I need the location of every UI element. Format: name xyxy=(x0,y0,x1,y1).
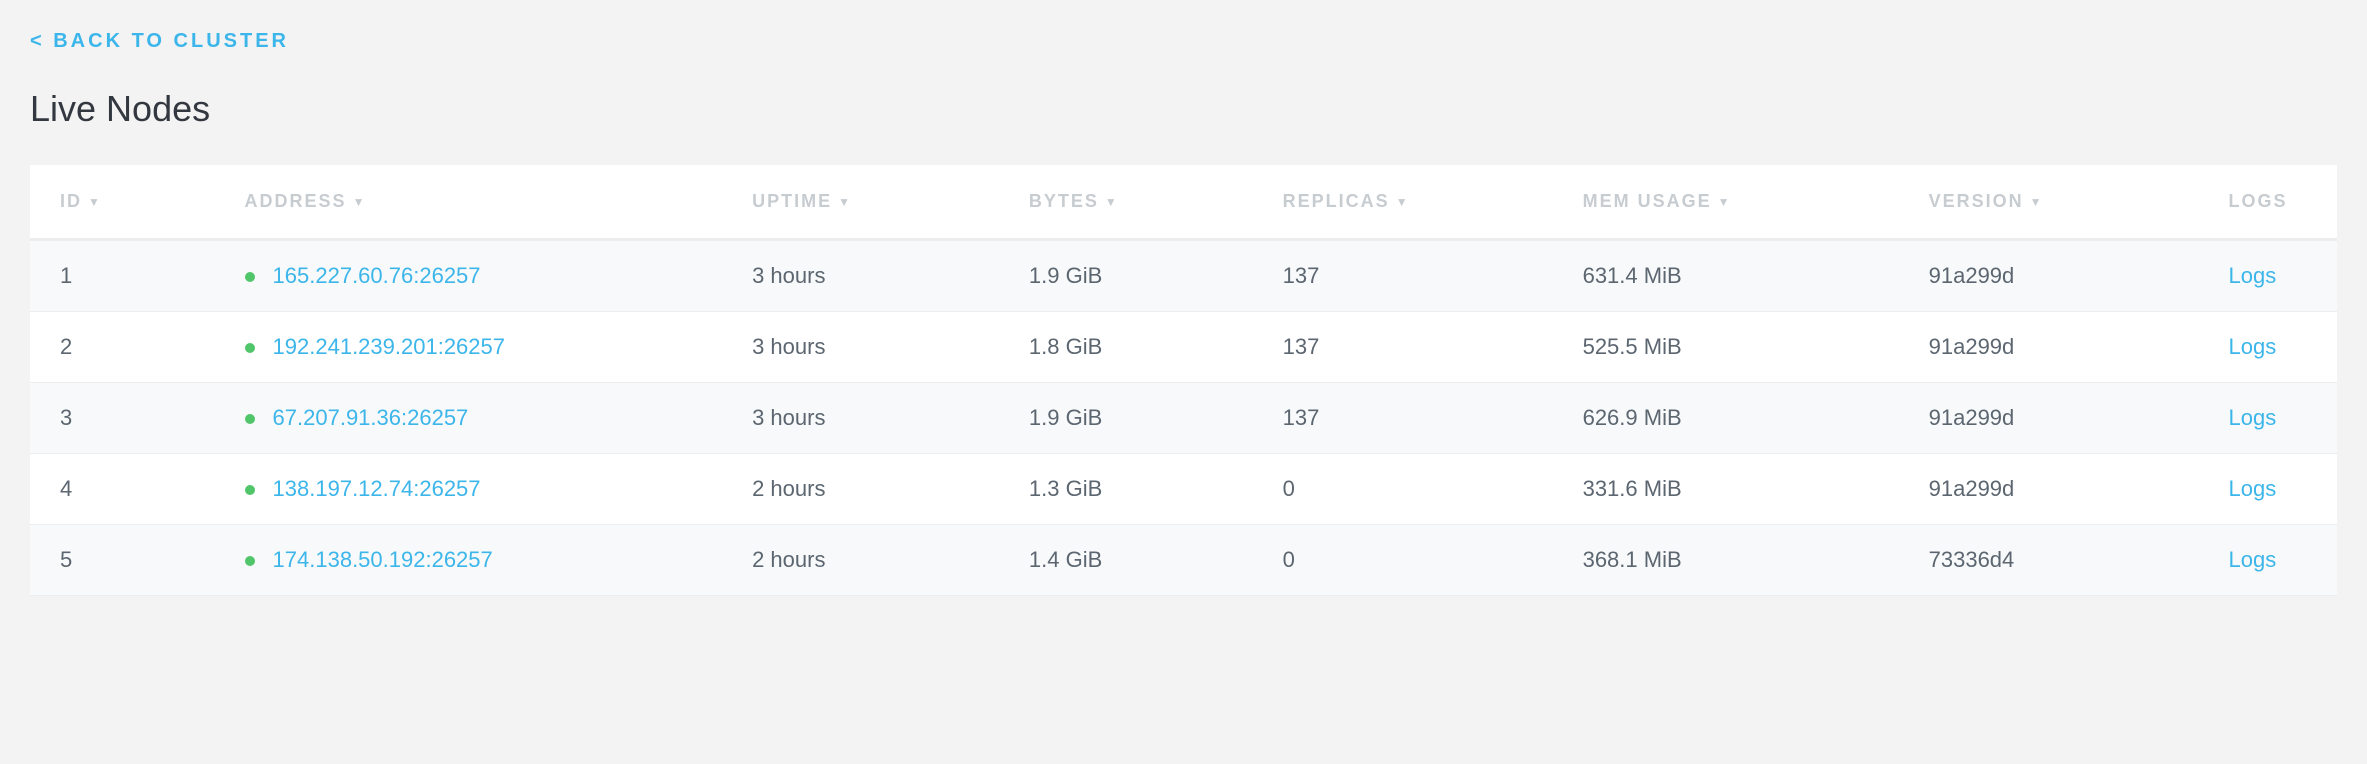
cell-mem-usage: 626.9 MiB xyxy=(1553,383,1899,454)
table-row: 3 67.207.91.36:26257 3 hours1.9 GiB137626.… xyxy=(30,383,2337,454)
status-dot-icon xyxy=(245,556,255,566)
table-row: 5 174.138.50.192:26257 2 hours1.4 GiB0368.… xyxy=(30,525,2337,596)
column-header-id-label: ID xyxy=(60,191,82,211)
logs-link[interactable]: Logs xyxy=(2229,547,2277,572)
cell-uptime: 3 hours xyxy=(722,312,999,383)
logs-link[interactable]: Logs xyxy=(2229,476,2277,501)
column-header-version[interactable]: VERSION ▼ xyxy=(1899,165,2199,241)
cell-version: 91a299d xyxy=(1899,312,2199,383)
table-row: 2 192.241.239.201:26257 3 hours1.8 GiB1375… xyxy=(30,312,2337,383)
status-dot-icon xyxy=(245,343,255,353)
column-header-version-label: VERSION xyxy=(1929,191,2024,211)
cell-version: 91a299d xyxy=(1899,383,2199,454)
cell-replicas: 0 xyxy=(1253,525,1553,596)
column-header-mem-usage-label: MEM USAGE xyxy=(1583,191,1712,211)
cell-logs: Logs xyxy=(2199,454,2337,525)
table-body: 1 165.227.60.76:26257 3 hours1.9 GiB137631… xyxy=(30,241,2337,596)
page-title: Live Nodes xyxy=(30,88,2337,130)
sort-caret-icon: ▼ xyxy=(1718,195,1732,209)
cell-uptime: 2 hours xyxy=(722,454,999,525)
cell-uptime: 3 hours xyxy=(722,383,999,454)
logs-link[interactable]: Logs xyxy=(2229,263,2277,288)
cell-address: 165.227.60.76:26257 xyxy=(215,241,723,312)
cell-logs: Logs xyxy=(2199,241,2337,312)
table-row: 4 138.197.12.74:26257 2 hours1.3 GiB0331.6… xyxy=(30,454,2337,525)
cell-version: 91a299d xyxy=(1899,241,2199,312)
sort-caret-icon: ▼ xyxy=(838,195,852,209)
cell-address: 138.197.12.74:26257 xyxy=(215,454,723,525)
column-header-bytes-label: BYTES xyxy=(1029,191,1099,211)
column-header-logs-label: LOGS xyxy=(2229,191,2288,211)
node-address-link[interactable]: 138.197.12.74:26257 xyxy=(273,476,481,501)
cell-address: 67.207.91.36:26257 xyxy=(215,383,723,454)
cell-id: 5 xyxy=(30,525,215,596)
status-dot-icon xyxy=(245,414,255,424)
column-header-uptime[interactable]: UPTIME ▼ xyxy=(722,165,999,241)
cell-mem-usage: 631.4 MiB xyxy=(1553,241,1899,312)
live-nodes-table: ID ▼ ADDRESS ▼ UPTIME ▼ BYTES ▼ REPLICAS ▼ ME… xyxy=(30,165,2337,596)
cell-replicas: 137 xyxy=(1253,241,1553,312)
cell-uptime: 3 hours xyxy=(722,241,999,312)
column-header-logs: LOGS xyxy=(2199,165,2337,241)
status-dot-icon xyxy=(245,485,255,495)
column-header-id[interactable]: ID ▼ xyxy=(30,165,215,241)
cell-bytes: 1.3 GiB xyxy=(999,454,1253,525)
cell-address: 174.138.50.192:26257 xyxy=(215,525,723,596)
node-address-link[interactable]: 165.227.60.76:26257 xyxy=(273,263,481,288)
node-address-link[interactable]: 192.241.239.201:26257 xyxy=(273,334,505,359)
cell-logs: Logs xyxy=(2199,383,2337,454)
cell-id: 2 xyxy=(30,312,215,383)
cell-id: 1 xyxy=(30,241,215,312)
cell-replicas: 137 xyxy=(1253,383,1553,454)
cell-version: 91a299d xyxy=(1899,454,2199,525)
cell-bytes: 1.9 GiB xyxy=(999,383,1253,454)
logs-link[interactable]: Logs xyxy=(2229,334,2277,359)
cell-address: 192.241.239.201:26257 xyxy=(215,312,723,383)
cell-id: 4 xyxy=(30,454,215,525)
node-address-link[interactable]: 67.207.91.36:26257 xyxy=(273,405,469,430)
column-header-mem-usage[interactable]: MEM USAGE ▼ xyxy=(1553,165,1899,241)
cell-id: 3 xyxy=(30,383,215,454)
status-dot-icon xyxy=(245,272,255,282)
column-header-uptime-label: UPTIME xyxy=(752,191,832,211)
column-header-replicas-label: REPLICAS xyxy=(1283,191,1390,211)
cell-uptime: 2 hours xyxy=(722,525,999,596)
cell-replicas: 137 xyxy=(1253,312,1553,383)
back-to-cluster-link[interactable]: < BACK TO CLUSTER xyxy=(30,30,289,53)
cell-logs: Logs xyxy=(2199,525,2337,596)
column-header-replicas[interactable]: REPLICAS ▼ xyxy=(1253,165,1553,241)
column-header-address[interactable]: ADDRESS ▼ xyxy=(215,165,723,241)
cell-mem-usage: 525.5 MiB xyxy=(1553,312,1899,383)
logs-link[interactable]: Logs xyxy=(2229,405,2277,430)
sort-caret-icon: ▼ xyxy=(353,195,367,209)
cell-bytes: 1.4 GiB xyxy=(999,525,1253,596)
cell-logs: Logs xyxy=(2199,312,2337,383)
table-row: 1 165.227.60.76:26257 3 hours1.9 GiB137631… xyxy=(30,241,2337,312)
column-header-bytes[interactable]: BYTES ▼ xyxy=(999,165,1253,241)
column-header-address-label: ADDRESS xyxy=(245,191,347,211)
cell-mem-usage: 368.1 MiB xyxy=(1553,525,1899,596)
sort-caret-icon: ▼ xyxy=(88,195,102,209)
sort-caret-icon: ▼ xyxy=(2030,195,2044,209)
cell-bytes: 1.9 GiB xyxy=(999,241,1253,312)
cell-mem-usage: 331.6 MiB xyxy=(1553,454,1899,525)
sort-caret-icon: ▼ xyxy=(1396,195,1410,209)
node-address-link[interactable]: 174.138.50.192:26257 xyxy=(273,547,493,572)
cell-bytes: 1.8 GiB xyxy=(999,312,1253,383)
cell-replicas: 0 xyxy=(1253,454,1553,525)
sort-caret-icon: ▼ xyxy=(1105,195,1119,209)
cell-version: 73336d4 xyxy=(1899,525,2199,596)
